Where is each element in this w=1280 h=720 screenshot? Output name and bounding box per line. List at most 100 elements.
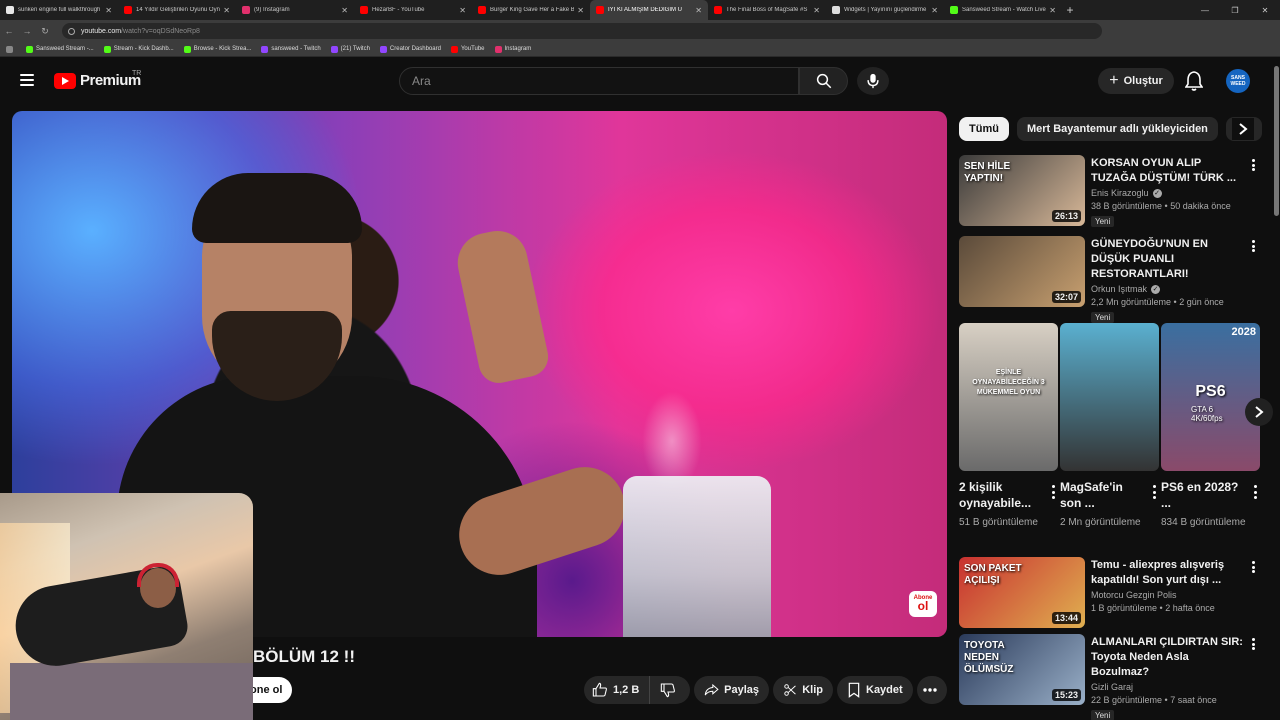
filter-chip[interactable]: Tümü <box>959 117 1009 141</box>
tab-close-icon[interactable]: ✕ <box>459 6 466 15</box>
browser-tab[interactable]: İYİ Kİ ALMIŞIM DEDİĞİM Ü ✕ <box>590 0 708 20</box>
like-button[interactable]: 1,2 B <box>584 676 650 704</box>
bookmark-favicon-icon <box>261 45 269 53</box>
like-count: 1,2 B <box>613 684 640 696</box>
recommended-video[interactable]: TOYOTA NEDEN ÖLÜMSÜZ 15:23 ALMANLARI ÇILDI… <box>959 634 1259 720</box>
bookmark-item[interactable]: Sansweed Stream -... <box>26 45 94 53</box>
tab-label: sunken engine full walkthrough <box>18 7 101 13</box>
more-vertical-icon[interactable] <box>1247 157 1259 173</box>
subscribe-watermark[interactable]: Abone ol <box>909 591 937 617</box>
more-actions-button[interactable] <box>917 676 947 704</box>
search-icon <box>816 73 831 89</box>
video-thumbnail[interactable]: SEN HİLE YAPTIN! 26:13 <box>959 155 1085 226</box>
page-scrollbar[interactable] <box>1273 62 1280 720</box>
video-duration: 32:07 <box>1051 291 1081 303</box>
browser-tab[interactable]: HezarBF - YouTube ✕ <box>354 0 472 20</box>
reload-icon[interactable]: ↻ <box>36 26 54 37</box>
channel-name[interactable]: Orkun Işıtmak ✓ <box>1091 284 1243 294</box>
video-thumbnail[interactable]: 32:07 <box>959 236 1085 307</box>
voice-search-button[interactable] <box>857 67 889 95</box>
forward-icon[interactable]: → <box>18 26 36 36</box>
more-vertical-icon[interactable] <box>1247 238 1259 254</box>
tab-close-icon[interactable]: ✕ <box>1049 6 1056 15</box>
chevron-right-icon <box>1255 406 1264 418</box>
bookmark-item[interactable]: Stream - Kick Dashb... <box>103 45 174 53</box>
minimize-icon[interactable]: — <box>1190 6 1220 15</box>
browser-tab[interactable]: The Final Boss of MagSafe #S ✕ <box>708 0 826 20</box>
microphone-icon <box>867 73 879 89</box>
video-title: Temu - aliexpres alışveriş kapatıldı! So… <box>1091 559 1225 586</box>
tab-close-icon[interactable]: ✕ <box>577 6 584 15</box>
short-thumbnail[interactable]: PS6 GTA 6 4K/60fps 2028 <box>1161 323 1260 471</box>
create-button[interactable]: + Oluştur <box>1098 68 1174 94</box>
account-avatar[interactable]: SANS WEED <box>1226 69 1250 93</box>
filter-chip[interactable]: Mert Bayantemur adlı yükleyiciden <box>1016 117 1218 141</box>
tab-label: The Final Boss of MagSafe #S <box>726 7 808 13</box>
bookmark-label: Sansweed Stream -... <box>36 46 94 52</box>
save-button[interactable]: Kaydet <box>837 676 913 704</box>
apps-icon[interactable] <box>6 45 16 53</box>
shorts-next-button[interactable] <box>1245 398 1273 426</box>
more-vertical-icon[interactable] <box>1247 559 1259 575</box>
tab-close-icon[interactable]: ✕ <box>105 6 112 15</box>
tab-close-icon[interactable]: ✕ <box>931 6 938 15</box>
bookmark-item[interactable]: Creator Dashboard <box>379 45 441 53</box>
recommended-video[interactable]: SEN HİLE YAPTIN! 26:13 KORSAN OYUN ALIP TU… <box>959 155 1259 229</box>
clip-button[interactable]: Klip <box>773 676 833 704</box>
youtube-premium-logo[interactable]: Premium TR <box>54 70 141 89</box>
channel-name[interactable]: Gizli Garaj <box>1091 682 1243 692</box>
short-thumbnail[interactable] <box>1060 323 1159 471</box>
bookmark-item[interactable]: YouTube <box>450 45 485 53</box>
tab-close-icon[interactable]: ✕ <box>813 6 820 15</box>
hamburger-menu-icon[interactable] <box>20 74 34 86</box>
video-thumbnail[interactable]: TOYOTA NEDEN ÖLÜMSÜZ 15:23 <box>959 634 1085 705</box>
browser-tab[interactable]: (9) Instagram ✕ <box>236 0 354 20</box>
short-thumbnail[interactable]: EŞİNLE OYNAYABİLECEĞİN 3 MÜKEMMEL OYUN <box>959 323 1058 471</box>
thumbs-down-icon <box>660 683 675 698</box>
share-icon <box>704 683 719 696</box>
browser-tab[interactable]: sunken engine full walkthrough ✕ <box>0 0 118 20</box>
recommended-video[interactable]: 32:07 GÜNEYDOĞU'NUN EN DÜŞÜK PUANLI RESTO… <box>959 236 1259 323</box>
restore-icon[interactable]: ❐ <box>1220 6 1250 15</box>
search-button[interactable] <box>799 67 848 95</box>
browser-tab[interactable]: Burger King Gave Her a Fake Bu ✕ <box>472 0 590 20</box>
dislike-button[interactable] <box>650 676 690 704</box>
video-duration: 26:13 <box>1051 210 1081 222</box>
short-item[interactable]: MagSafe'in son ... 2 Mn görüntüleme <box>1060 323 1159 530</box>
notifications-bell-icon[interactable] <box>1184 71 1204 96</box>
tab-favicon-icon <box>714 6 722 14</box>
address-bar[interactable]: youtube.com/watch?v=oqDSdNeoRp8 <box>62 23 1102 39</box>
more-vertical-icon[interactable] <box>1048 485 1058 499</box>
short-item[interactable]: PS6 GTA 6 4K/60fps 2028 PS6 en 2028? ... 834… <box>1161 323 1260 530</box>
browser-tab[interactable]: 14 Yıldır Geliştirilen Oyunu Oyn ✕ <box>118 0 236 20</box>
share-button[interactable]: Paylaş <box>694 676 769 704</box>
tab-close-icon[interactable]: ✕ <box>695 6 702 15</box>
bookmark-item[interactable]: sansweed - Twitch <box>261 45 321 53</box>
search-box[interactable] <box>399 67 799 95</box>
bookmark-item[interactable]: (21) Twitch <box>330 45 370 53</box>
site-info-icon[interactable] <box>68 27 75 35</box>
more-vertical-icon[interactable] <box>1149 485 1159 499</box>
browser-tab[interactable]: Widgets | Yayınını güçlendirme ✕ <box>826 0 944 20</box>
chips-next-button[interactable] <box>1232 118 1254 140</box>
channel-name[interactable]: Enis Kirazoglu ✓ <box>1091 188 1243 198</box>
browser-tab[interactable]: Sansweed Stream - Watch Live o ✕ <box>944 0 1062 20</box>
new-tab-button[interactable]: + <box>1062 3 1078 17</box>
close-window-icon[interactable]: ✕ <box>1250 6 1280 15</box>
back-icon[interactable]: ← <box>0 26 18 36</box>
more-vertical-icon[interactable] <box>1250 485 1260 499</box>
video-thumbnail[interactable]: SON PAKET AÇILIŞI 13:44 <box>959 557 1085 628</box>
video-meta: Temu - aliexpres alışveriş kapatıldı! So… <box>1091 558 1243 613</box>
more-vertical-icon[interactable] <box>1247 636 1259 652</box>
search-input[interactable] <box>412 74 798 88</box>
thumbnail-text: SON PAKET AÇILIŞI <box>964 563 1022 586</box>
bookmark-item[interactable]: Browse - Kick Strea... <box>183 45 251 53</box>
bookmark-item[interactable]: Instagram <box>494 45 531 53</box>
channel-label: Motorcu Gezgin Polis <box>1091 590 1177 600</box>
recommended-video[interactable]: SON PAKET AÇILIŞI 13:44 Temu - aliexpres a… <box>959 557 1259 631</box>
short-item[interactable]: EŞİNLE OYNAYABİLECEĞİN 3 MÜKEMMEL OYUN 2 … <box>959 323 1058 530</box>
tab-close-icon[interactable]: ✕ <box>341 6 348 15</box>
bookmark-label: Creator Dashboard <box>389 46 441 52</box>
tab-close-icon[interactable]: ✕ <box>223 6 230 15</box>
channel-name[interactable]: Motorcu Gezgin Polis <box>1091 590 1243 600</box>
